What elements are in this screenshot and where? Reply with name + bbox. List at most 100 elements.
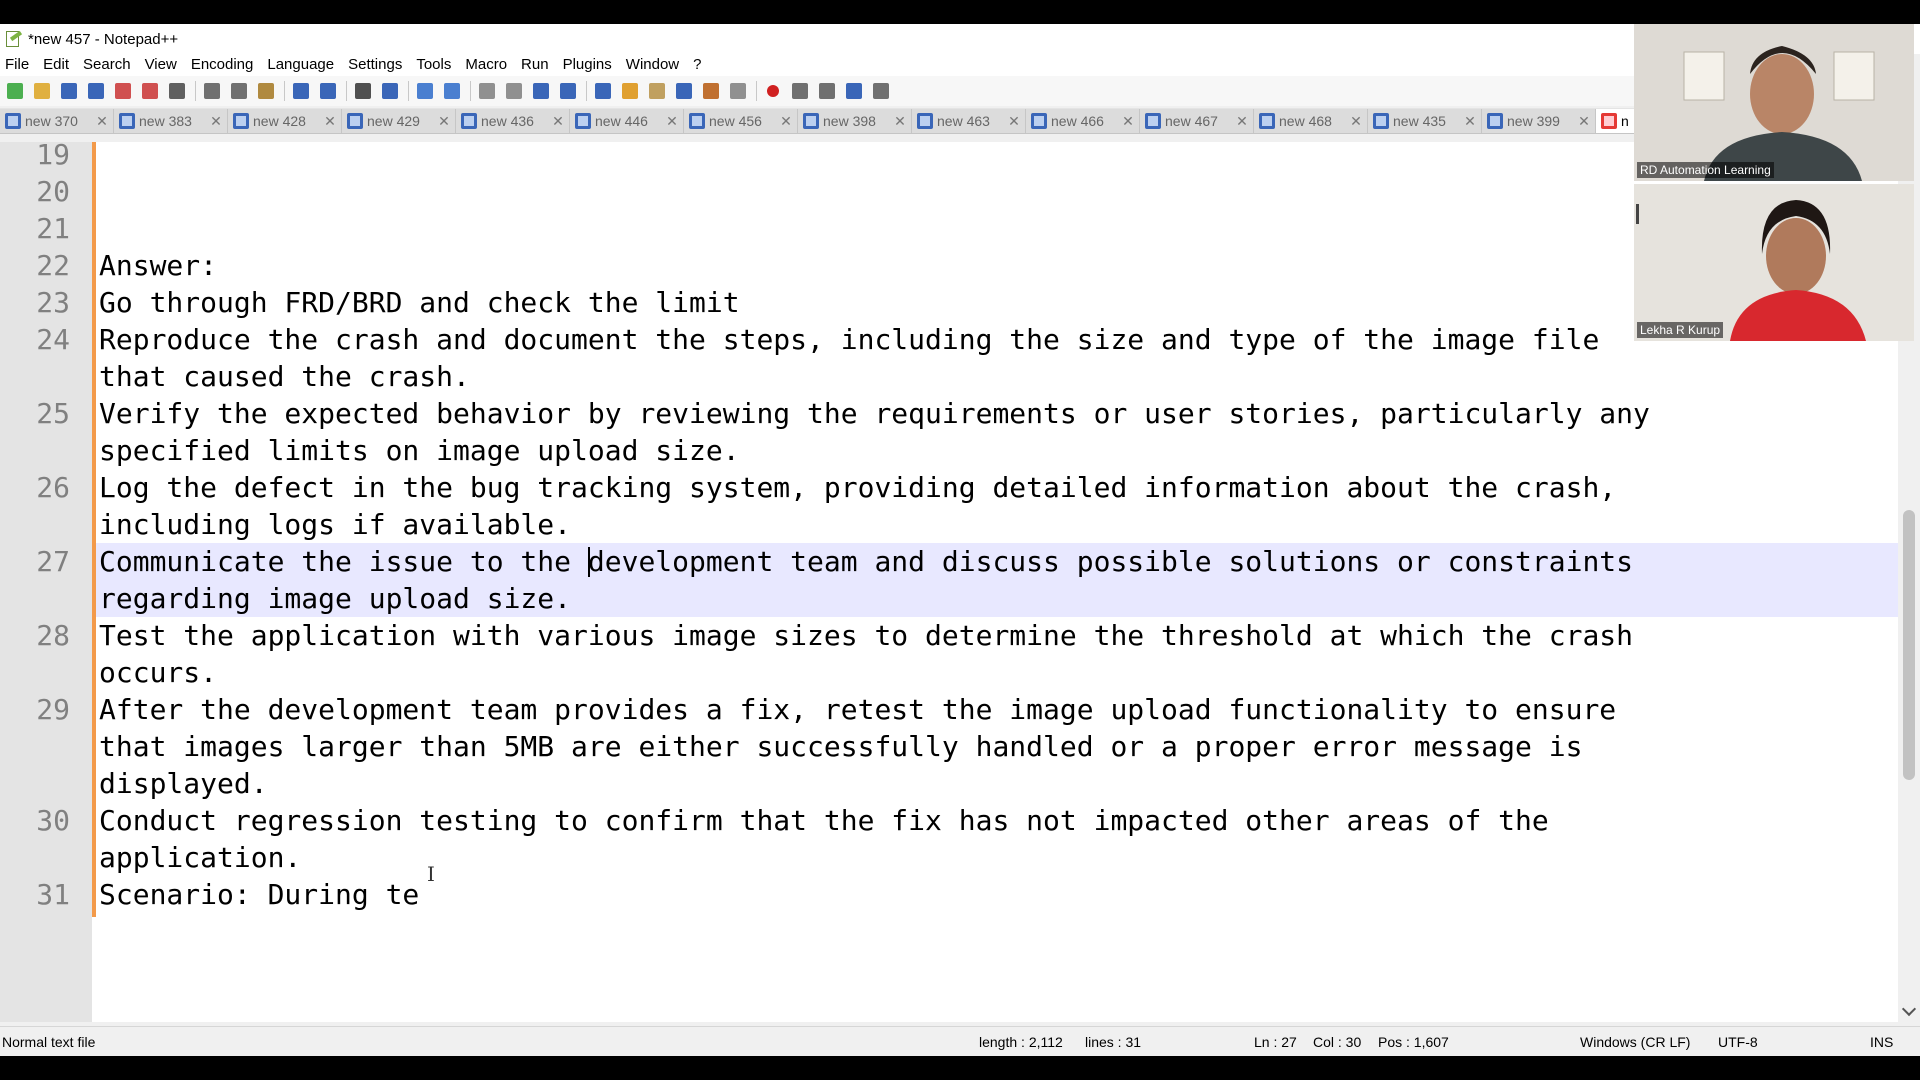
record-macro-icon[interactable] [762, 80, 784, 102]
tab-new-468[interactable]: new 468 ✕ [1254, 109, 1368, 133]
tab-new-456[interactable]: new 456 ✕ [684, 109, 798, 133]
close-tab-icon[interactable]: ✕ [664, 113, 680, 130]
tab-new-466[interactable]: new 466 ✕ [1026, 109, 1140, 133]
menu-language[interactable]: Language [260, 54, 341, 76]
tab-n[interactable]: n [1596, 109, 1635, 133]
run-macro-multiple-icon[interactable] [843, 80, 865, 102]
close-tab-icon[interactable]: ✕ [94, 113, 110, 130]
save-icon[interactable] [58, 80, 80, 102]
text-line[interactable]: Communicate the issue to the development… [99, 543, 1889, 580]
menu-search[interactable]: Search [76, 54, 138, 76]
scrollbar-thumb[interactable] [1903, 510, 1915, 780]
sync-horizontal-icon[interactable] [503, 80, 525, 102]
wrapped-text-line[interactable]: that images larger than 5MB are either s… [99, 728, 1889, 765]
status-insert-mode[interactable]: INS [1870, 1027, 1893, 1056]
udl-icon[interactable] [619, 80, 641, 102]
close-tab-icon[interactable]: ✕ [1462, 113, 1478, 130]
tab-new-429[interactable]: new 429 ✕ [342, 109, 456, 133]
close-tab-icon[interactable]: ✕ [778, 113, 794, 130]
close-tab-icon[interactable]: ✕ [208, 113, 224, 130]
paste-icon[interactable] [255, 80, 277, 102]
stop-record-icon[interactable] [789, 80, 811, 102]
menu-tools[interactable]: Tools [409, 54, 458, 76]
save-all-icon[interactable] [85, 80, 107, 102]
wrapped-text-line[interactable]: application. [99, 839, 1889, 876]
tab-new-436[interactable]: new 436 ✕ [456, 109, 570, 133]
function-list-icon[interactable] [673, 80, 695, 102]
status-eol[interactable]: Windows (CR LF) [1580, 1027, 1690, 1056]
text-line[interactable]: Answer: [99, 247, 1889, 284]
print-icon[interactable] [166, 80, 188, 102]
menu-view[interactable]: View [138, 54, 184, 76]
tab-new-398[interactable]: new 398 ✕ [798, 109, 912, 133]
close-tab-icon[interactable]: ✕ [1348, 113, 1364, 130]
open-file-icon[interactable] [31, 80, 53, 102]
word-wrap-icon[interactable] [530, 80, 552, 102]
replace-icon[interactable] [379, 80, 401, 102]
new-file-icon[interactable] [4, 80, 26, 102]
redo-icon[interactable] [317, 80, 339, 102]
find-icon[interactable] [352, 80, 374, 102]
menu-window[interactable]: Window [619, 54, 686, 76]
close-tab-icon[interactable]: ✕ [1234, 113, 1250, 130]
doc-map-icon[interactable] [646, 80, 668, 102]
close-tab-icon[interactable]: ✕ [1576, 113, 1592, 130]
tab-new-370[interactable]: new 370 ✕ [0, 109, 114, 133]
tab-new-383[interactable]: new 383 ✕ [114, 109, 228, 133]
folder-workspace-icon[interactable] [700, 80, 722, 102]
show-all-chars-icon[interactable] [557, 80, 579, 102]
close-tab-icon[interactable]: ✕ [550, 113, 566, 130]
text-line[interactable]: Scenario: During te [99, 876, 1889, 913]
menu-file[interactable]: File [0, 54, 36, 76]
text-line[interactable]: Log the defect in the bug tracking syste… [99, 469, 1889, 506]
status-encoding[interactable]: UTF-8 [1718, 1027, 1758, 1056]
close-tab-icon[interactable]: ✕ [892, 113, 908, 130]
tab-new-428[interactable]: new 428 ✕ [228, 109, 342, 133]
wrapped-text-line[interactable]: that caused the crash. [99, 358, 1889, 395]
zoom-in-icon[interactable] [414, 80, 436, 102]
close-tab-icon[interactable]: ✕ [1006, 113, 1022, 130]
text-line[interactable]: Test the application with various image … [99, 617, 1889, 654]
wrapped-text-line[interactable]: displayed. [99, 765, 1889, 802]
copy-icon[interactable] [228, 80, 250, 102]
menu-plugins[interactable]: Plugins [556, 54, 619, 76]
play-macro-icon[interactable] [816, 80, 838, 102]
close-tab-icon[interactable]: ✕ [322, 113, 338, 130]
indent-guide-icon[interactable] [592, 80, 614, 102]
tab-new-399[interactable]: new 399 ✕ [1482, 109, 1596, 133]
wrapped-text-line[interactable]: occurs. [99, 654, 1889, 691]
save-macro-icon[interactable] [870, 80, 892, 102]
tab-new-463[interactable]: new 463 ✕ [912, 109, 1026, 133]
text-line[interactable]: Go through FRD/BRD and check the limit [99, 284, 1889, 321]
cut-icon[interactable] [201, 80, 223, 102]
sync-vertical-icon[interactable] [476, 80, 498, 102]
wrapped-text-line[interactable]: specified limits on image upload size. [99, 432, 1889, 469]
close-icon[interactable] [112, 80, 134, 102]
text-area[interactable]: Answer: Go through FRD/BRD and check the … [99, 142, 1889, 1022]
scroll-down-icon[interactable] [1901, 1001, 1917, 1017]
close-all-icon[interactable] [139, 80, 161, 102]
close-tab-icon[interactable]: ✕ [1120, 113, 1136, 130]
file-tab-icon [575, 113, 591, 129]
menu-edit[interactable]: Edit [36, 54, 76, 76]
menu-encoding[interactable]: Encoding [184, 54, 261, 76]
text-line[interactable]: Conduct regression testing to confirm th… [99, 802, 1889, 839]
menu-run[interactable]: Run [514, 54, 556, 76]
editor[interactable]: 19 20 21 22 23 24 25 26 27 28 29 30 31 Answer: Go thr… [0, 142, 1920, 1022]
toolbar-separator [284, 81, 285, 101]
close-tab-icon[interactable]: ✕ [436, 113, 452, 130]
text-line[interactable]: Reproduce the crash and document the ste… [99, 321, 1889, 358]
text-line[interactable]: After the development team provides a fi… [99, 691, 1889, 728]
menu-help[interactable]: ? [686, 54, 708, 76]
wrapped-text-line[interactable]: regarding image upload size. [99, 580, 1889, 617]
tab-new-446[interactable]: new 446 ✕ [570, 109, 684, 133]
text-line[interactable]: Verify the expected behavior by reviewin… [99, 395, 1889, 432]
wrapped-text-line[interactable]: including logs if available. [99, 506, 1889, 543]
monitoring-icon[interactable] [727, 80, 749, 102]
menu-macro[interactable]: Macro [458, 54, 514, 76]
tab-new-435[interactable]: new 435 ✕ [1368, 109, 1482, 133]
undo-icon[interactable] [290, 80, 312, 102]
menu-settings[interactable]: Settings [341, 54, 409, 76]
zoom-out-icon[interactable] [441, 80, 463, 102]
tab-new-467[interactable]: new 467 ✕ [1140, 109, 1254, 133]
